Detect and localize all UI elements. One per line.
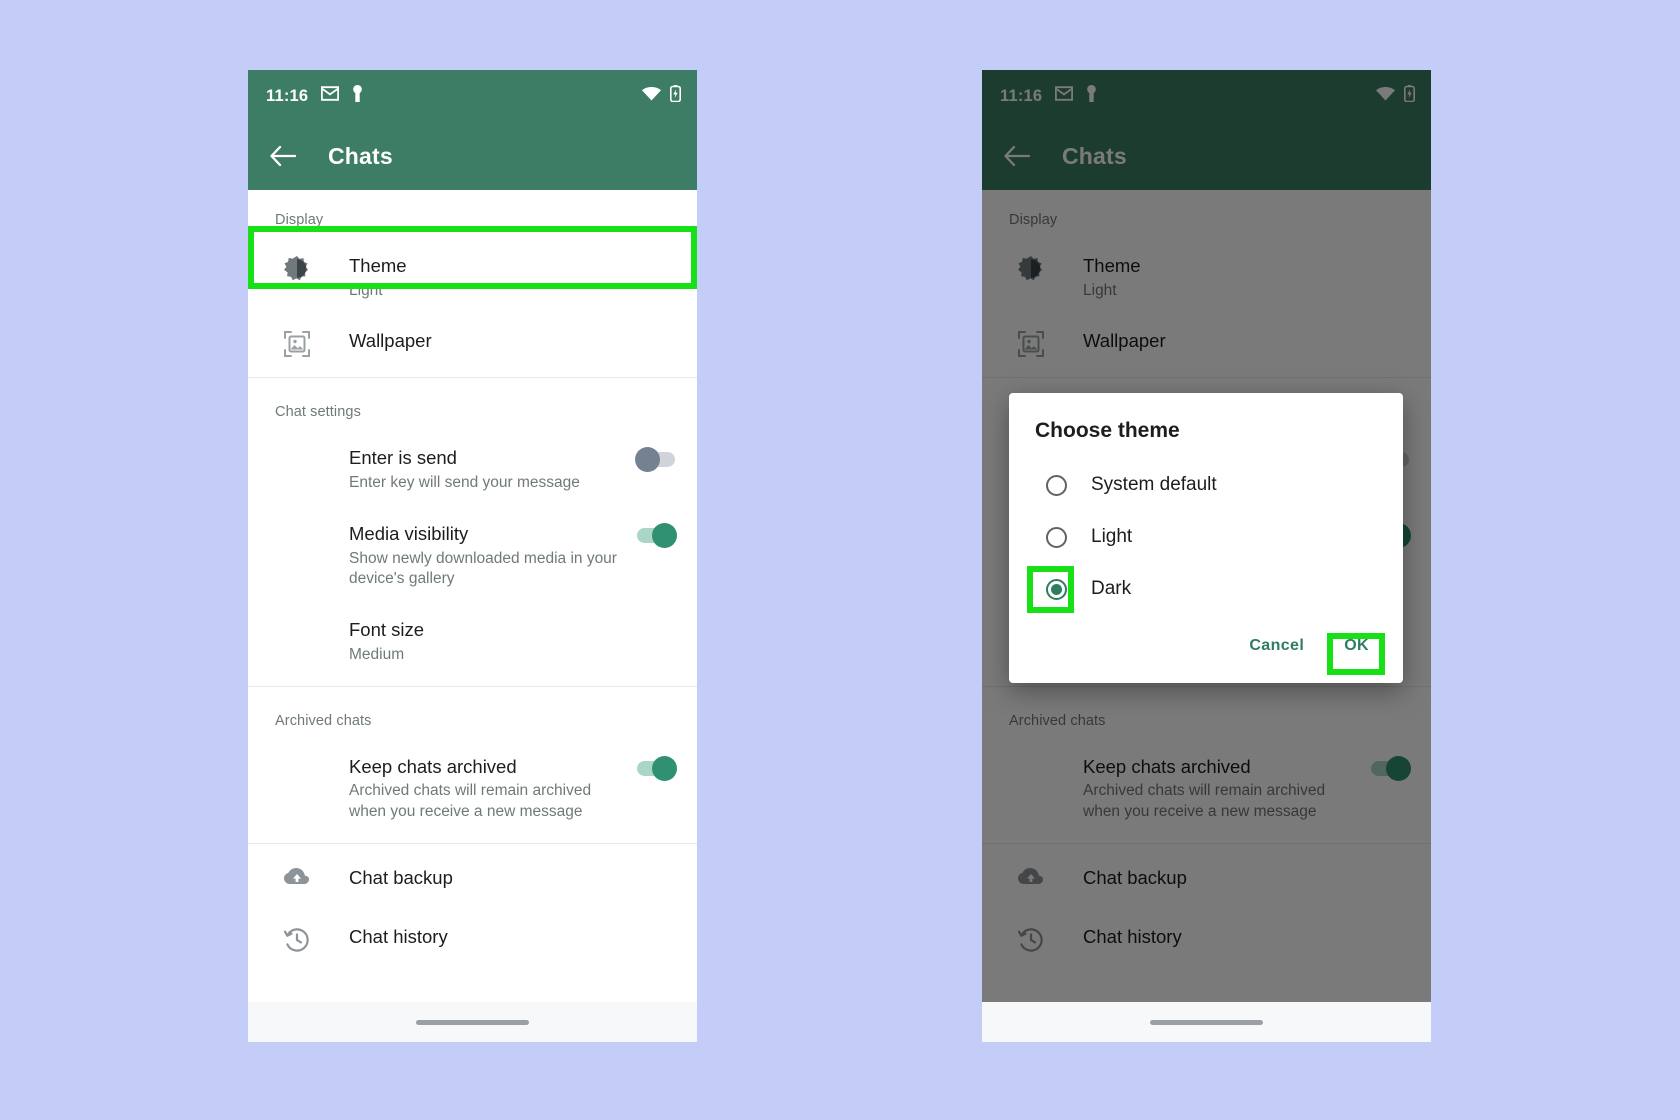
status-bar-left: 11:16 — [266, 85, 363, 107]
row-wallpaper[interactable]: Wallpaper — [248, 315, 697, 371]
section-header-chat-settings: Chat settings — [275, 404, 361, 421]
radio-button-icon[interactable] — [1045, 526, 1067, 548]
radio-wrap — [1035, 526, 1077, 548]
cloud-upload-icon — [275, 866, 319, 888]
row-media-visibility[interactable]: Media visibility Show newly downloaded m… — [248, 508, 697, 604]
theme-option-label: Dark — [1091, 578, 1132, 599]
row-subtitle: Show newly downloaded media in your devi… — [349, 549, 617, 588]
row-subtitle: Enter key will send your message — [349, 474, 580, 492]
row-wallpaper-body: Wallpaper — [319, 329, 675, 353]
settings-list: Display Theme Light Wallpaper — [248, 190, 697, 1042]
row-media-visibility-body: Media visibility Show newly downloaded m… — [275, 522, 623, 590]
row-font-size-body: Font size Medium — [275, 618, 675, 665]
row-title: Enter is send — [349, 447, 457, 469]
screenshot-stage: 11:16 Chats Display Theme Light Wallpape… — [0, 0, 1680, 1120]
home-indicator-bar — [248, 1002, 697, 1042]
row-subtitle: Archived chats will remain archived when… — [349, 782, 592, 820]
row-theme[interactable]: Theme Light — [248, 240, 697, 315]
row-title: Keep chats archived — [349, 755, 517, 777]
row-subtitle: Medium — [349, 645, 405, 663]
highlight-box-dark-radio — [1027, 566, 1074, 613]
dialog-title: Choose theme — [1035, 419, 1180, 442]
section-header-display: Display — [275, 212, 324, 228]
row-title: Font size — [349, 619, 425, 641]
section-header-archived-chats: Archived chats — [275, 712, 372, 729]
home-indicator-bar — [982, 1002, 1431, 1042]
wifi-icon — [642, 86, 661, 106]
theme-option-system-default[interactable]: System default — [1009, 459, 1403, 511]
phone-screen-theme-dialog: 11:16 — [982, 70, 1431, 1042]
toggle-thumb — [652, 522, 677, 548]
row-keep-chats-archived[interactable]: Keep chats archived Archived chats will … — [248, 741, 697, 837]
screen-content: 11:16 Chats Display Theme Light Wallpape… — [248, 70, 697, 1042]
back-arrow-icon[interactable] — [266, 139, 300, 173]
toggle-enter-is-send[interactable] — [623, 446, 675, 473]
theme-option-light[interactable]: Light — [1009, 511, 1403, 563]
row-chat-history-body: Chat history — [319, 925, 675, 949]
page-title: Chats — [328, 142, 393, 169]
battery-icon — [670, 85, 681, 107]
row-title: Media visibility — [349, 522, 469, 544]
toggle-keep-chats-archived[interactable] — [623, 755, 677, 781]
row-title: Theme — [349, 255, 407, 276]
row-font-size[interactable]: Font size Medium — [248, 604, 697, 679]
row-subtitle: Light — [349, 281, 383, 299]
row-chat-backup[interactable]: Chat backup — [248, 844, 697, 904]
home-indicator-pill[interactable] — [416, 1019, 529, 1025]
highlight-box-ok-button — [1327, 633, 1385, 675]
theme-option-label: Light — [1091, 526, 1133, 547]
phone-screen-settings: 11:16 Chats Display Theme Light Wallpape… — [248, 70, 697, 1042]
row-chat-backup-body: Chat backup — [319, 866, 675, 890]
row-enter-is-send[interactable]: Enter is send Enter key will send your m… — [248, 432, 697, 507]
app-bar: Chats — [248, 122, 697, 190]
screen-content-dimmed: 11:16 — [982, 70, 1431, 1042]
status-bar-right — [642, 85, 681, 107]
radio-wrap — [1035, 474, 1077, 496]
row-title: Chat history — [349, 926, 448, 948]
vpn-key-icon — [352, 85, 363, 107]
toggle-track — [637, 522, 677, 548]
home-indicator-pill[interactable] — [1150, 1019, 1263, 1025]
row-title: Chat backup — [349, 866, 453, 888]
toggle-thumb — [652, 755, 677, 781]
history-clock-icon — [275, 925, 319, 953]
toggle-track — [635, 447, 675, 473]
toggle-media-visibility[interactable] — [623, 522, 677, 548]
radio-button-icon[interactable] — [1045, 474, 1067, 496]
toggle-thumb — [635, 447, 660, 473]
row-chat-history[interactable]: Chat history — [248, 903, 697, 967]
choose-theme-dialog: Choose theme System default Light Dark C… — [1009, 393, 1403, 683]
row-title: Wallpaper — [349, 330, 432, 352]
status-time: 11:16 — [266, 86, 309, 105]
toggle-track — [637, 755, 677, 781]
row-theme-body: Theme Light — [319, 254, 675, 301]
row-keep-chats-archived-body: Keep chats archived Archived chats will … — [275, 755, 623, 823]
gmail-icon — [321, 86, 340, 106]
cancel-button[interactable]: Cancel — [1233, 627, 1320, 665]
theme-option-label: System default — [1091, 474, 1217, 495]
wallpaper-icon — [275, 329, 319, 358]
brightness-icon — [275, 254, 319, 282]
row-enter-is-send-body: Enter is send Enter key will send your m… — [275, 446, 623, 493]
status-bar: 11:16 — [248, 70, 697, 122]
